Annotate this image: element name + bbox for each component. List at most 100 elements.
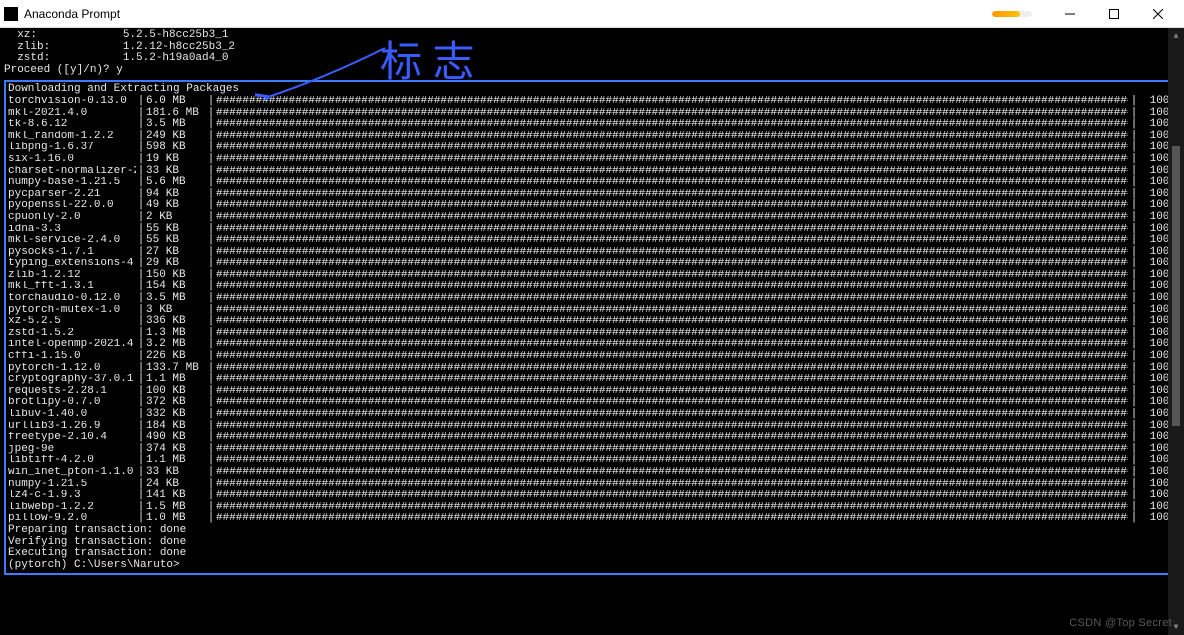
package-name: mkl_random-1.2.2 <box>8 131 136 143</box>
progress-hashes: ########################################… <box>216 189 1128 201</box>
package-name: numpy-1.21.5 <box>8 479 136 491</box>
package-name: zlib-1.2.12 <box>8 270 136 282</box>
progress-hashes: ########################################… <box>216 142 1128 154</box>
package-row: win_inet_pton-1.1.0|33 KB|##############… <box>8 467 1176 479</box>
package-row: pysocks-1.7.1|27 KB|####################… <box>8 247 1176 259</box>
package-name: tk-8.6.12 <box>8 119 136 131</box>
package-name: cffi-1.15.0 <box>8 351 136 363</box>
package-name: six-1.16.0 <box>8 154 136 166</box>
terminal-line: Proceed ([y]/n)? y <box>4 65 1180 77</box>
scroll-up-button[interactable]: ▲ <box>1168 28 1184 44</box>
progress-hashes: ########################################… <box>216 397 1128 409</box>
terminal-output[interactable]: xz: 5.2.5-h8cc25b3_1 zlib: 1.2.12-h8cc25… <box>0 28 1184 635</box>
minimize-button[interactable] <box>1048 0 1092 28</box>
package-name: typing_extensions-4. <box>8 258 136 270</box>
package-name: mkl-service-2.4.0 <box>8 235 136 247</box>
package-name: jpeg-9e <box>8 444 136 456</box>
package-name: idna-3.3 <box>8 224 136 236</box>
progress-hashes: ########################################… <box>216 513 1128 525</box>
progress-hashes: ########################################… <box>216 351 1128 363</box>
progress-hashes: ########################################… <box>216 409 1128 421</box>
package-size: 6.0 MB <box>146 96 206 108</box>
progress-hashes: ########################################… <box>216 96 1128 108</box>
progress-hashes: ########################################… <box>216 467 1128 479</box>
progress-hashes: ########################################… <box>216 166 1128 178</box>
progress-hashes: ########################################… <box>216 200 1128 212</box>
package-size: 19 KB <box>146 154 206 166</box>
package-name: requests-2.28.1 <box>8 386 136 398</box>
package-row: six-1.16.0|19 KB|#######################… <box>8 154 1176 166</box>
package-name: pyopenssl-22.0.0 <box>8 200 136 212</box>
progress-hashes: ########################################… <box>216 108 1128 120</box>
package-size: 332 KB <box>146 409 206 421</box>
package-name: libuv-1.40.0 <box>8 409 136 421</box>
progress-hashes: ########################################… <box>216 224 1128 236</box>
package-size: 3.5 MB <box>146 293 206 305</box>
progress-hashes: ########################################… <box>216 328 1128 340</box>
progress-hashes: ########################################… <box>216 386 1128 398</box>
terminal-line: Executing transaction: done <box>8 548 1176 560</box>
package-name: pytorch-1.12.0 <box>8 363 136 375</box>
package-name: libpng-1.6.37 <box>8 142 136 154</box>
progress-hashes: ########################################… <box>216 444 1128 456</box>
package-name: freetype-2.10.4 <box>8 432 136 444</box>
package-size: 226 KB <box>146 351 206 363</box>
package-name: libtiff-4.2.0 <box>8 455 136 467</box>
package-row: torchvision-0.13.0|6.0 MB|##############… <box>8 96 1176 108</box>
package-size: 141 KB <box>146 490 206 502</box>
taskbar-progress-icon <box>992 11 1032 17</box>
package-name: cpuonly-2.0 <box>8 212 136 224</box>
package-name: charset-normalizer-2 <box>8 166 136 178</box>
terminal-line: (pytorch) C:\Users\Naruto> <box>8 560 1176 572</box>
vertical-scrollbar[interactable]: ▲ ▼ <box>1168 28 1184 635</box>
progress-hashes: ########################################… <box>216 421 1128 433</box>
progress-hashes: ########################################… <box>216 479 1128 491</box>
package-name: pycparser-2.21 <box>8 189 136 201</box>
maximize-button[interactable] <box>1092 0 1136 28</box>
package-name: zstd-1.5.2 <box>8 328 136 340</box>
progress-hashes: ########################################… <box>216 119 1128 131</box>
package-name: mkl_fft-1.3.1 <box>8 281 136 293</box>
package-name: urllib3-1.26.9 <box>8 421 136 433</box>
app-icon <box>4 7 18 21</box>
package-row: mkl-service-2.4.0|55 KB|################… <box>8 235 1176 247</box>
package-name: win_inet_pton-1.1.0 <box>8 467 136 479</box>
terminal-line: Preparing transaction: done <box>8 525 1176 537</box>
package-row: pycparser-2.21|94 KB|###################… <box>8 189 1176 201</box>
progress-hashes: ########################################… <box>216 270 1128 282</box>
progress-hashes: ########################################… <box>216 235 1128 247</box>
package-row: lz4-c-1.9.3|141 KB|#####################… <box>8 490 1176 502</box>
package-name: cryptography-37.0.1 <box>8 374 136 386</box>
progress-hashes: ########################################… <box>216 247 1128 259</box>
scroll-track[interactable] <box>1168 44 1184 619</box>
progress-hashes: ########################################… <box>216 490 1128 502</box>
package-name: mkl-2021.4.0 <box>8 108 136 120</box>
progress-hashes: ########################################… <box>216 363 1128 375</box>
package-name: numpy-base-1.21.5 <box>8 177 136 189</box>
progress-hashes: ########################################… <box>216 502 1128 514</box>
package-row: libpng-1.6.37|598 KB|###################… <box>8 142 1176 154</box>
package-size: 2 KB <box>146 212 206 224</box>
package-name: torchaudio-0.12.0 <box>8 293 136 305</box>
package-size: 3.5 MB <box>146 119 206 131</box>
package-row: numpy-base-1.21.5|5.6 MB|###############… <box>8 177 1176 189</box>
progress-hashes: ########################################… <box>216 316 1128 328</box>
window-titlebar: Anaconda Prompt <box>0 0 1184 28</box>
progress-hashes: ########################################… <box>216 374 1128 386</box>
package-name: xz-5.2.5 <box>8 316 136 328</box>
package-row: libuv-1.40.0|332 KB|####################… <box>8 409 1176 421</box>
scroll-thumb[interactable] <box>1172 146 1180 426</box>
progress-hashes: ########################################… <box>216 212 1128 224</box>
progress-hashes: ########################################… <box>216 455 1128 467</box>
package-row: cffi-1.15.0|226 KB|#####################… <box>8 351 1176 363</box>
progress-hashes: ########################################… <box>216 339 1128 351</box>
package-name: lz4-c-1.9.3 <box>8 490 136 502</box>
close-button[interactable] <box>1136 0 1180 28</box>
package-size: 33 KB <box>146 467 206 479</box>
terminal-line: zstd: 1.5.2-h19a0ad4_0 <box>4 53 1180 65</box>
package-row: pyopenssl-22.0.0|49 KB|#################… <box>8 200 1176 212</box>
progress-hashes: ########################################… <box>216 432 1128 444</box>
package-name: pytorch-mutex-1.0 <box>8 305 136 317</box>
download-box: Downloading and Extracting Packages torc… <box>4 80 1180 575</box>
package-name: brotlipy-0.7.0 <box>8 397 136 409</box>
